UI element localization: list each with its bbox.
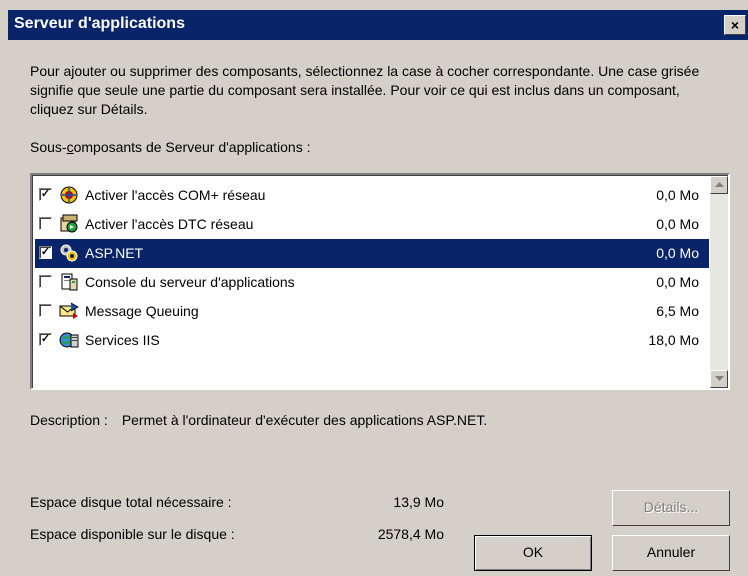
details-button[interactable]: Détails... [612, 490, 730, 526]
close-button[interactable]: × [724, 15, 746, 35]
space-required-value: 13,9 Mo [393, 494, 444, 510]
title-bar[interactable]: Serveur d'applications × [8, 10, 748, 40]
checkbox-dtc-network[interactable] [39, 217, 52, 230]
list-item-message-queuing[interactable]: Message Queuing 6,5 Mo [35, 297, 709, 326]
space-available-value: 2578,4 Mo [377, 526, 444, 542]
checkbox-console[interactable] [39, 275, 52, 288]
checkbox-iis[interactable]: ✓ [39, 333, 52, 346]
list-item-iis[interactable]: ✓ Services IIS 18,0 Mo [35, 326, 709, 355]
scroll-up-button[interactable] [710, 176, 728, 194]
list-scrollbar[interactable] [710, 176, 728, 388]
list-item-dtc-network[interactable]: Activer l'accès DTC réseau 0,0 Mo [35, 210, 709, 239]
checkbox-com-network[interactable]: ✓ [39, 188, 52, 201]
list-item-size: 0,0 Mo [656, 245, 699, 261]
list-item-console[interactable]: Console du serveur d'applications 0,0 Mo [35, 268, 709, 297]
list-item-aspnet[interactable]: ✓ ASP.NET 0,0 Mo [35, 239, 709, 268]
description: Description : Permet à l'ordinateur d'exé… [30, 412, 487, 428]
cancel-button[interactable]: Annuler [612, 535, 730, 571]
window-title: Serveur d'applications [14, 15, 185, 32]
list-item-com-network[interactable]: ✓ Activer l'accès COM+ réseau 0,0 Mo [35, 181, 709, 210]
subcomponents-label-post: omposants de Serveur d'applications : [73, 139, 311, 155]
subcomponents-label-pre: Sous- [30, 139, 67, 155]
scroll-up-arrow-icon [715, 182, 724, 187]
list-item-label: Services IIS [85, 332, 160, 348]
space-available-label: Espace disponible sur le disque : [30, 526, 235, 542]
checkbox-aspnet[interactable]: ✓ [39, 246, 52, 259]
iis-icon [59, 330, 79, 350]
aspnet-icon [59, 243, 79, 263]
scroll-down-button[interactable] [710, 370, 728, 388]
list-item-size: 6,5 Mo [656, 303, 699, 319]
intro-text: Pour ajouter ou supprimer des composants… [30, 63, 700, 117]
com-network-icon [59, 185, 79, 205]
console-icon [59, 272, 79, 292]
subcomponents-label-accel: c [66, 139, 74, 155]
description-label: Description : [30, 412, 108, 428]
list-item-label: Activer l'accès COM+ réseau [85, 187, 266, 203]
message-queuing-icon [59, 301, 79, 321]
list-item-size: 0,0 Mo [656, 187, 699, 203]
dtc-network-icon [59, 214, 79, 234]
list-item-label: Message Queuing [85, 303, 199, 319]
description-text: Permet à l'ordinateur d'exécuter des app… [121, 412, 488, 428]
scroll-down-arrow-icon [715, 376, 724, 381]
list-item-label: Activer l'accès DTC réseau [85, 216, 254, 232]
list-item-label: Console du serveur d'applications [85, 274, 295, 290]
list-item-label: ASP.NET [85, 245, 144, 261]
checkbox-message-queuing[interactable] [39, 304, 52, 317]
subcomponents-list[interactable]: ✓ Activer l'accès COM+ réseau 0,0 Mo Act… [30, 173, 730, 390]
ok-button[interactable]: OK [474, 535, 592, 571]
list-item-size: 0,0 Mo [656, 216, 699, 232]
list-item-size: 0,0 Mo [656, 274, 699, 290]
list-item-size: 18,0 Mo [648, 332, 699, 348]
space-required-label: Espace disque total nécessaire : [30, 494, 232, 510]
subcomponents-label: Sous-composants de Serveur d'application… [30, 139, 311, 155]
